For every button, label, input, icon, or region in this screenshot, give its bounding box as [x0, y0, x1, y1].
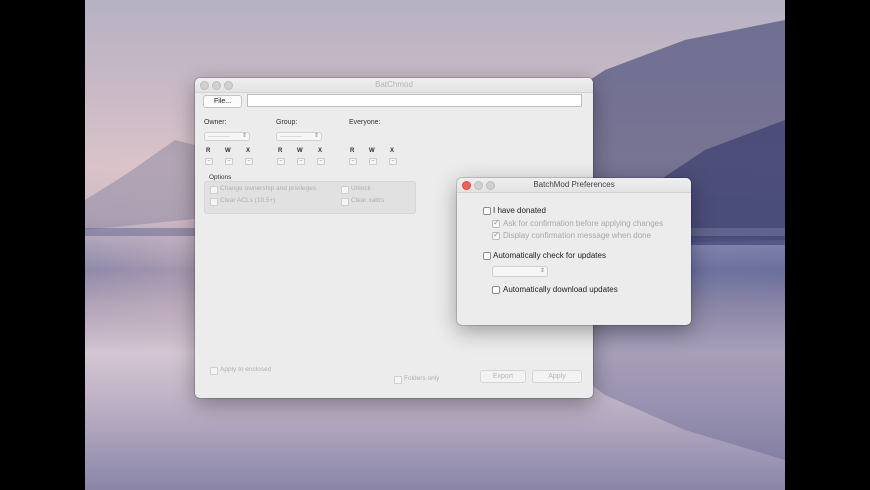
- ask-confirm-checkbox[interactable]: ✓: [492, 218, 500, 228]
- clear-acls-label: Clear ACLs (10.5+): [220, 197, 276, 204]
- owner-select-value: -----------: [208, 134, 230, 140]
- main-window-title: BatChmod: [375, 80, 413, 89]
- everyone-w-checkbox[interactable]: –: [369, 158, 377, 165]
- apply-enclosed-checkbox[interactable]: [210, 367, 218, 375]
- path-field[interactable]: [247, 94, 582, 107]
- unlock-label: Unlock: [351, 185, 371, 192]
- auto-check-label: Automatically check for updates: [493, 251, 606, 260]
- auto-download-checkbox[interactable]: [492, 286, 500, 294]
- popup-arrows-icon: ⇕: [241, 133, 247, 139]
- group-label: Group:: [276, 119, 298, 126]
- change-ownership-label: Change ownership and privileges: [220, 185, 317, 192]
- update-interval-select[interactable]: ⇕: [492, 266, 548, 277]
- group-select[interactable]: ----------- ⇕: [276, 132, 322, 141]
- everyone-label: Everyone:: [349, 119, 381, 126]
- group-x-checkbox[interactable]: –: [317, 158, 325, 165]
- options-label: Options: [209, 174, 232, 181]
- main-titlebar: BatChmod: [195, 78, 593, 93]
- apply-button[interactable]: Apply: [532, 370, 582, 383]
- preferences-window: BatchMod Preferences I have donated ✓ As…: [457, 178, 691, 325]
- everyone-x-checkbox[interactable]: –: [389, 158, 397, 165]
- owner-x-checkbox[interactable]: –: [245, 158, 253, 165]
- group-r-label: R: [278, 148, 283, 154]
- group-x-label: X: [318, 148, 323, 154]
- display-confirm-checkbox[interactable]: ✓: [492, 230, 500, 240]
- prefs-titlebar: BatchMod Preferences: [457, 178, 691, 193]
- owner-select[interactable]: ----------- ⇕: [204, 132, 250, 141]
- owner-x-label: X: [246, 148, 251, 154]
- folders-only-label: Folders only: [404, 375, 440, 382]
- group-w-checkbox[interactable]: –: [297, 158, 305, 165]
- ask-confirm-label: Ask for confirmation before applying cha…: [503, 219, 664, 228]
- auto-check-checkbox[interactable]: [483, 252, 491, 260]
- auto-download-label: Automatically download updates: [503, 285, 618, 294]
- display-confirm-label: Display confirmation message when done: [503, 231, 652, 240]
- clear-xattrs-checkbox[interactable]: [341, 198, 349, 206]
- owner-r-checkbox[interactable]: –: [205, 158, 213, 165]
- owner-label: Owner:: [204, 119, 227, 126]
- clear-xattrs-label: Clear xattrs: [351, 197, 385, 204]
- unlock-checkbox[interactable]: [341, 186, 349, 194]
- donated-label: I have donated: [493, 206, 546, 215]
- folders-only-checkbox[interactable]: [394, 376, 402, 384]
- owner-w-checkbox[interactable]: –: [225, 158, 233, 165]
- change-ownership-checkbox[interactable]: [210, 186, 218, 194]
- group-w-label: W: [297, 148, 303, 154]
- options-box: Change ownership and privileges Unlock C…: [204, 181, 416, 214]
- export-button[interactable]: Export: [480, 370, 526, 383]
- file-button[interactable]: File...: [203, 95, 242, 108]
- everyone-x-label: X: [390, 148, 395, 154]
- prefs-window-title: BatchMod Preferences: [533, 180, 615, 189]
- clear-acls-checkbox[interactable]: [210, 198, 218, 206]
- owner-r-label: R: [206, 148, 211, 154]
- everyone-w-label: W: [369, 148, 375, 154]
- group-select-value: -----------: [280, 134, 302, 140]
- checkmark-icon: ✓: [493, 230, 500, 239]
- apply-enclosed-label: Apply to enclosed: [220, 366, 272, 373]
- everyone-r-label: R: [350, 148, 355, 154]
- popup-arrows-icon: ⇕: [313, 133, 319, 139]
- checkmark-icon: ✓: [493, 218, 500, 227]
- group-r-checkbox[interactable]: –: [277, 158, 285, 165]
- owner-w-label: W: [225, 148, 231, 154]
- everyone-r-checkbox[interactable]: –: [349, 158, 357, 165]
- popup-arrows-icon: ⇕: [539, 268, 545, 274]
- donated-checkbox[interactable]: [483, 207, 491, 215]
